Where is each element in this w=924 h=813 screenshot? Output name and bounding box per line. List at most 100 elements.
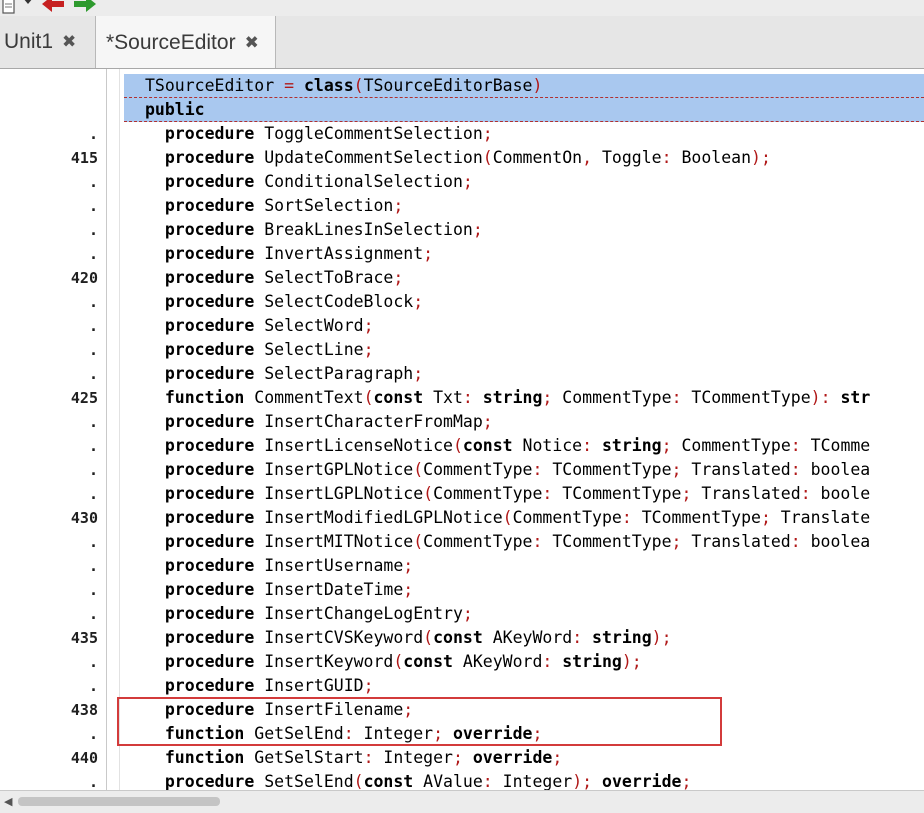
code-token: ; xyxy=(423,244,434,263)
code-line[interactable]: . procedure SelectParagraph; xyxy=(0,362,924,386)
code-token: Translate xyxy=(770,508,871,527)
code-token: InsertGPLNotice xyxy=(264,460,414,479)
line-code: procedure InsertUsername; xyxy=(145,554,413,578)
code-line[interactable]: 438 procedure InsertFilename; xyxy=(0,698,924,722)
code-token: ; xyxy=(462,604,473,623)
code-lines: TSourceEditor = class(TSourceEditorBase)… xyxy=(0,74,924,790)
dropdown-arrow-icon[interactable] xyxy=(22,0,34,15)
code-token: ; xyxy=(363,676,374,695)
code-token: ; xyxy=(542,388,553,407)
code-line[interactable]: . procedure ToggleCommentSelection; xyxy=(0,122,924,146)
code-token: SelectToBrace xyxy=(264,268,394,287)
code-line[interactable]: . procedure SelectWord; xyxy=(0,314,924,338)
code-token: ); xyxy=(572,772,593,790)
code-token: procedure xyxy=(145,484,265,503)
code-token: : xyxy=(572,628,583,647)
code-token: procedure xyxy=(145,244,265,263)
code-line[interactable]: . procedure InsertMITNotice(CommentType:… xyxy=(0,530,924,554)
line-code: procedure SelectWord; xyxy=(145,314,374,338)
code-line[interactable]: . procedure InsertChangeLogEntry; xyxy=(0,602,924,626)
code-token: InsertCVSKeyword xyxy=(264,628,424,647)
line-number: . xyxy=(88,461,98,479)
code-token: ; xyxy=(413,364,424,383)
code-line[interactable]: . procedure SelectCodeBlock; xyxy=(0,290,924,314)
line-code: procedure InsertMITNotice(CommentType: T… xyxy=(145,530,870,554)
code-token: ; xyxy=(760,508,771,527)
code-line[interactable]: . procedure InsertGUID; xyxy=(0,674,924,698)
code-token: ; xyxy=(552,748,563,767)
code-token: ; xyxy=(482,412,493,431)
code-token: string xyxy=(552,652,622,671)
line-code: public xyxy=(145,98,205,122)
code-line[interactable]: . function GetSelEnd: Integer; override; xyxy=(0,722,924,746)
code-line[interactable]: 440 function GetSelStart: Integer; overr… xyxy=(0,746,924,770)
code-token: AValue xyxy=(413,772,483,790)
code-line[interactable]: . procedure InsertLicenseNotice(const No… xyxy=(0,434,924,458)
scroll-left-icon[interactable]: ◀ xyxy=(4,795,12,808)
tab-unit1[interactable]: Unit1 ✖ xyxy=(0,16,94,68)
code-token: ; xyxy=(413,292,424,311)
code-token: str xyxy=(830,388,871,407)
code-token: procedure xyxy=(145,460,265,479)
code-line[interactable]: 425 function CommentText(const Txt: stri… xyxy=(0,386,924,410)
code-token: CommentType xyxy=(423,460,533,479)
code-token: function xyxy=(145,388,255,407)
source-editor[interactable]: TSourceEditor = class(TSourceEditorBase)… xyxy=(0,69,924,790)
forward-arrow-icon[interactable] xyxy=(72,0,98,16)
code-token: boole xyxy=(810,484,871,503)
code-token: ( xyxy=(502,508,513,527)
close-icon[interactable]: ✖ xyxy=(245,33,259,53)
code-token: const xyxy=(462,436,513,455)
line-code: procedure InsertModifiedLGPLNotice(Comme… xyxy=(145,506,870,530)
code-line[interactable]: . procedure ConditionalSelection; xyxy=(0,170,924,194)
tab-label: Unit1 xyxy=(4,30,54,53)
code-line[interactable]: 430 procedure InsertModifiedLGPLNotice(C… xyxy=(0,506,924,530)
line-code: function CommentText(const Txt: string; … xyxy=(145,386,870,410)
code-token: string xyxy=(592,436,662,455)
code-line[interactable]: . procedure InsertUsername; xyxy=(0,554,924,578)
line-number: . xyxy=(88,773,98,790)
code-line[interactable]: 435 procedure InsertCVSKeyword(const AKe… xyxy=(0,626,924,650)
horizontal-scrollbar[interactable]: ◀ xyxy=(0,790,924,813)
code-token: procedure xyxy=(145,652,265,671)
code-token: InsertLGPLNotice xyxy=(264,484,424,503)
code-token: procedure xyxy=(145,556,265,575)
code-line[interactable]: public xyxy=(0,98,924,122)
document-icon[interactable] xyxy=(2,0,16,16)
code-token: string xyxy=(472,388,543,407)
code-token: ); xyxy=(621,652,642,671)
code-line[interactable]: . procedure SortSelection; xyxy=(0,194,924,218)
close-icon[interactable]: ✖ xyxy=(62,32,76,52)
code-line[interactable]: 415 procedure UpdateCommentSelection(Com… xyxy=(0,146,924,170)
code-line[interactable]: . procedure InsertKeyword(const AKeyWord… xyxy=(0,650,924,674)
code-line[interactable]: 420 procedure SelectToBrace; xyxy=(0,266,924,290)
code-line[interactable]: . procedure SetSelEnd(const AValue: Inte… xyxy=(0,770,924,790)
code-token: ; xyxy=(671,532,682,551)
line-number: 435 xyxy=(70,629,98,647)
code-line[interactable]: . procedure InsertCharacterFromMap; xyxy=(0,410,924,434)
line-number: . xyxy=(88,485,98,503)
line-number: . xyxy=(88,533,98,551)
code-token: ( xyxy=(353,76,364,95)
code-line[interactable]: . procedure SelectLine; xyxy=(0,338,924,362)
code-line[interactable]: . procedure InsertDateTime; xyxy=(0,578,924,602)
code-line[interactable]: . procedure InsertGPLNotice(CommentType:… xyxy=(0,458,924,482)
line-number: . xyxy=(88,557,98,575)
code-line[interactable]: . procedure InvertAssignment; xyxy=(0,242,924,266)
scrollbar-thumb[interactable] xyxy=(18,797,220,806)
code-line[interactable]: TSourceEditor = class(TSourceEditorBase) xyxy=(0,74,924,98)
tab-sourceeditor[interactable]: *SourceEditor ✖ xyxy=(95,16,276,68)
code-token: InsertUsername xyxy=(264,556,404,575)
code-line[interactable]: . procedure BreakLinesInSelection; xyxy=(0,218,924,242)
code-token: CommentType xyxy=(552,388,672,407)
code-token: CommentType xyxy=(671,436,791,455)
code-token: ; xyxy=(661,436,672,455)
code-token: ( xyxy=(413,532,424,551)
line-code: procedure InsertFilename; xyxy=(145,698,413,722)
code-token: UpdateCommentSelection xyxy=(264,148,483,167)
line-code: procedure SelectToBrace; xyxy=(145,266,403,290)
back-arrow-icon[interactable] xyxy=(40,0,66,16)
line-code: procedure ConditionalSelection; xyxy=(145,170,473,194)
code-line[interactable]: . procedure InsertLGPLNotice(CommentType… xyxy=(0,482,924,506)
code-token: public xyxy=(145,100,205,119)
